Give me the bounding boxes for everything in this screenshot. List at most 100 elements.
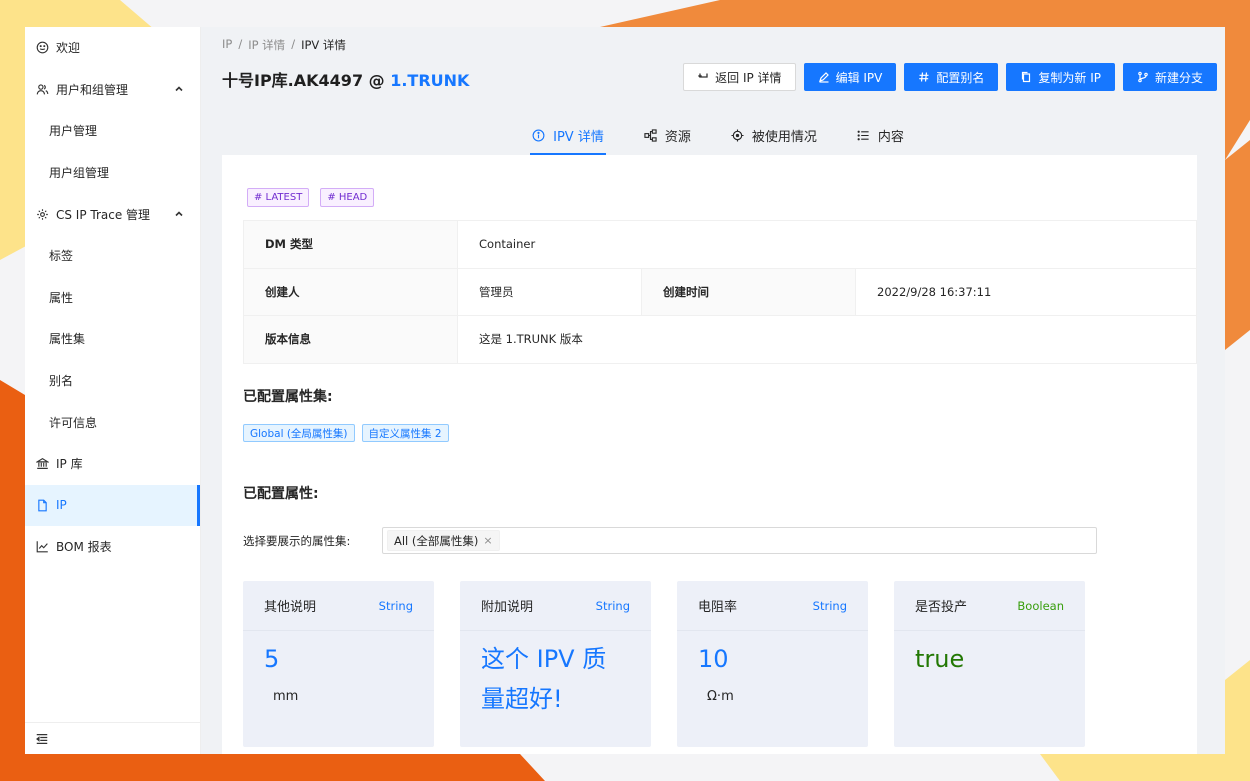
- attr-value: true: [915, 645, 965, 673]
- breadcrumb-current: IPV 详情: [301, 38, 346, 52]
- card-header: 附加说明 String: [460, 581, 651, 631]
- tab-resources[interactable]: 资源: [642, 115, 693, 155]
- sidebar-item-label: 欢迎: [56, 41, 81, 56]
- selected-attr-set-chip: All (全部属性集) ×: [387, 530, 500, 551]
- sidebar-item-ip-library[interactable]: IP 库: [25, 443, 200, 485]
- sidebar-item-label: 标签: [49, 249, 74, 264]
- attr-unit: Ω·m: [707, 689, 734, 704]
- branch-icon: [1138, 71, 1148, 83]
- tab-label: 内容: [877, 129, 904, 145]
- attr-set-select[interactable]: All (全部属性集) ×: [382, 527, 1097, 554]
- edit-ipv-button[interactable]: 编辑 IPV: [803, 63, 897, 91]
- sidebar-item-label: 属性: [49, 290, 74, 305]
- card-body: true: [894, 631, 1085, 687]
- sidebar-item-label: 用户管理: [49, 124, 98, 139]
- title-prefix: 十号IP库.AK4497 @: [222, 71, 391, 90]
- ipv-detail-panel: # LATEST # HEAD DM 类型 Container 创建人 管理员 …: [222, 155, 1197, 754]
- sidebar-item-license[interactable]: 许可信息: [25, 401, 200, 443]
- button-label: 编辑 IPV: [835, 70, 883, 85]
- sidebar-item-label: IP 库: [56, 457, 83, 472]
- sidebar-item-label: 别名: [49, 374, 74, 389]
- attr-set-filter: 选择要展示的属性集: All (全部属性集) ×: [243, 527, 1097, 554]
- dm-type-value: Container: [457, 220, 1197, 269]
- breadcrumb-separator: /: [238, 37, 243, 51]
- sidebar-item-label: IP: [56, 498, 67, 513]
- page-title: 十号IP库.AK4497 @ 1.TRUNK: [222, 67, 469, 91]
- copy-as-new-ip-button[interactable]: 复制为新 IP: [1006, 63, 1115, 91]
- creator-value: 管理员: [457, 267, 642, 317]
- attr-type: Boolean: [1017, 598, 1064, 613]
- card-body: 5 mm: [243, 631, 434, 712]
- sidebar-item-label: BOM 报表: [56, 540, 112, 555]
- edit-icon: [818, 72, 829, 83]
- button-label: 复制为新 IP: [1038, 70, 1101, 85]
- card-header: 是否投产 Boolean: [894, 581, 1085, 631]
- breadcrumb-ip[interactable]: IP: [222, 37, 232, 53]
- desc-row: DM 类型 Container: [243, 220, 1197, 269]
- main-content: IP / IP 详情 / IPV 详情 十号IP库.AK4497 @ 1.TRU…: [201, 27, 1225, 754]
- card-header: 电阻率 String: [677, 581, 868, 631]
- sidebar-item-aliases[interactable]: 别名: [25, 360, 200, 402]
- info-circle-icon: [532, 129, 545, 141]
- attribute-card: 电阻率 String 10 Ω·m: [677, 581, 868, 747]
- sidebar-item-cs-ip-trace[interactable]: CS IP Trace 管理: [25, 193, 200, 235]
- file-icon: [35, 498, 49, 512]
- copy-icon: [1022, 71, 1031, 83]
- close-icon[interactable]: ×: [483, 534, 492, 547]
- sidebar-item-user-management[interactable]: 用户管理: [25, 110, 200, 152]
- card-header: 其他说明 String: [243, 581, 434, 631]
- toolbar: 返回 IP 详情 编辑 IPV 配置别名 复制为新 IP 新建分支: [683, 63, 1217, 91]
- sidebar-item-tags[interactable]: 标签: [25, 235, 200, 277]
- attr-set-tag[interactable]: 自定义属性集 2: [361, 424, 449, 442]
- attribute-card: 附加说明 String 这个 IPV 质量超好!: [460, 581, 651, 747]
- sidebar-item-bom-report[interactable]: BOM 报表: [25, 526, 200, 568]
- attr-type: String: [812, 598, 847, 613]
- version-tags: # LATEST # HEAD: [247, 188, 375, 207]
- app-window: 欢迎 用户和组管理 用户管理 用户组管理 CS IP Trace 管理 标签 属…: [25, 27, 1225, 754]
- breadcrumb-separator: /: [291, 37, 296, 51]
- dm-type-label: DM 类型: [243, 220, 458, 269]
- chevron-up-icon: [175, 86, 183, 92]
- users-icon: [35, 82, 49, 96]
- menu-fold-icon: [36, 733, 48, 744]
- sidebar-item-attribute-sets[interactable]: 属性集: [25, 318, 200, 360]
- version-info-label: 版本信息: [243, 315, 458, 364]
- attr-value: 5: [264, 645, 280, 673]
- sidebar-item-user-group[interactable]: 用户组管理: [25, 152, 200, 194]
- hash-icon: [919, 72, 929, 82]
- attribute-cards: 其他说明 String 5 mm 附加说明 String 这个 IPV 质量超好…: [243, 581, 1085, 747]
- created-time-label: 创建时间: [641, 267, 856, 317]
- tab-content[interactable]: 内容: [855, 115, 906, 155]
- sidebar-item-attributes[interactable]: 属性: [25, 277, 200, 319]
- breadcrumb: IP / IP 详情 / IPV 详情: [222, 37, 346, 53]
- sidebar-item-user-group-management[interactable]: 用户和组管理: [25, 69, 200, 111]
- sidebar: 欢迎 用户和组管理 用户管理 用户组管理 CS IP Trace 管理 标签 属…: [25, 27, 201, 754]
- tab-label: 资源: [664, 129, 691, 145]
- tab-ipv-detail[interactable]: IPV 详情: [530, 115, 606, 155]
- attr-set-tag[interactable]: Global (全局属性集): [243, 424, 355, 442]
- version-info-value: 这是 1.TRUNK 版本: [457, 315, 1197, 364]
- attr-name: 附加说明: [481, 600, 534, 615]
- tab-usage[interactable]: 被使用情况: [729, 115, 819, 155]
- attr-set-select-label: 选择要展示的属性集:: [243, 533, 351, 548]
- title-version: 1.TRUNK: [390, 71, 470, 90]
- sidebar-item-ip[interactable]: IP: [25, 484, 200, 527]
- chip-label: All (全部属性集): [394, 533, 479, 548]
- new-branch-button[interactable]: 新建分支: [1122, 63, 1217, 91]
- rollback-icon: [698, 73, 708, 78]
- desc-row: 版本信息 这是 1.TRUNK 版本: [243, 315, 1197, 364]
- tab-bar: IPV 详情 资源 被使用情况 内容: [201, 115, 1225, 155]
- configured-attr-sets-title: 已配置属性集:: [243, 389, 333, 405]
- breadcrumb-ip-detail[interactable]: IP 详情: [248, 37, 285, 53]
- chevron-up-icon: [175, 211, 183, 217]
- sidebar-item-label: 用户组管理: [49, 166, 110, 181]
- sidebar-item-welcome[interactable]: 欢迎: [25, 27, 200, 69]
- attr-value: 这个 IPV 质量超好!: [481, 645, 607, 713]
- sidebar-collapse-toggle[interactable]: [25, 722, 200, 754]
- tab-label: IPV 详情: [553, 129, 604, 145]
- sidebar-item-label: 用户和组管理: [56, 82, 129, 97]
- back-to-ip-detail-button[interactable]: 返回 IP 详情: [683, 63, 796, 91]
- configure-alias-button[interactable]: 配置别名: [904, 63, 999, 91]
- tag-latest: # LATEST: [247, 188, 310, 207]
- configured-attr-sets: Global (全局属性集) 自定义属性集 2: [243, 424, 449, 442]
